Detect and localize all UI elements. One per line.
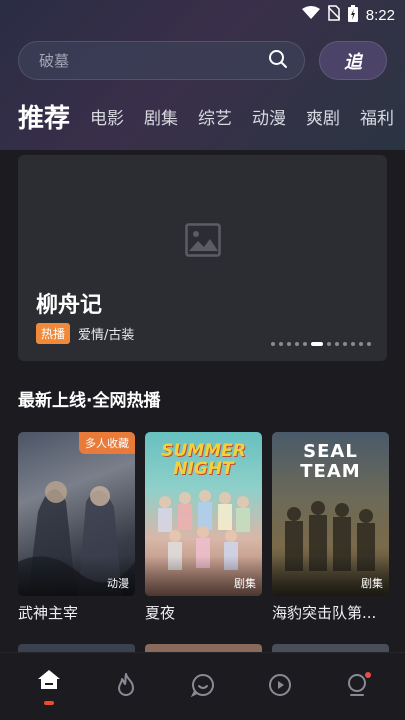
nav-profile[interactable]	[327, 657, 387, 717]
notification-dot	[364, 671, 371, 678]
category-tabs: 推荐 电影 剧集 综艺 动漫 爽剧 福利	[18, 96, 405, 136]
pagination-dot	[287, 342, 291, 346]
media-card[interactable]: 多人收藏 动漫 武神主宰	[18, 432, 135, 623]
clock: 8:22	[365, 6, 395, 24]
follow-button[interactable]: 追	[319, 41, 387, 80]
card-type: 剧集	[234, 577, 256, 590]
bottom-navigation	[0, 652, 405, 720]
media-card[interactable]: SUMMER NIGHT 剧集 夏夜	[145, 432, 262, 623]
pagination-dot	[327, 342, 331, 346]
follow-button-label: 追	[344, 51, 362, 73]
card-row: 多人收藏 动漫 武神主宰 SUMMER NIGHT 剧集 夏夜 SEAL TEA…	[18, 432, 389, 623]
carousel-pagination	[271, 342, 371, 346]
pagination-dot	[351, 342, 355, 346]
pagination-dot	[367, 342, 371, 346]
hot-badge: 热播	[36, 323, 71, 344]
pagination-dot	[295, 342, 299, 346]
nav-hot[interactable]	[96, 657, 156, 717]
battery-icon	[347, 4, 358, 26]
nav-video[interactable]	[250, 657, 310, 717]
status-bar: 8:22	[0, 0, 405, 30]
tab-movies[interactable]: 电影	[90, 104, 124, 129]
section-title: 最新上线·全网热播	[18, 391, 161, 411]
corner-tag: 多人收藏	[79, 432, 135, 454]
nav-community[interactable]	[173, 657, 233, 717]
poster-image: SEAL TEAM 剧集	[272, 432, 389, 596]
card-type: 剧集	[361, 577, 383, 590]
tab-series[interactable]: 剧集	[144, 104, 178, 129]
pagination-dot	[279, 342, 283, 346]
search-bar[interactable]: 破墓	[18, 41, 305, 80]
tab-welfare[interactable]: 福利	[360, 104, 394, 129]
poster-image: SUMMER NIGHT 剧集	[145, 432, 262, 596]
no-sim-icon	[327, 5, 341, 25]
chat-icon	[190, 673, 215, 701]
banner-genre: 爱情/古装	[78, 328, 135, 343]
wifi-icon	[301, 6, 320, 24]
pagination-dot	[271, 342, 275, 346]
poster-image: 多人收藏 动漫	[18, 432, 135, 596]
search-input[interactable]: 破墓	[39, 50, 268, 71]
media-card[interactable]: SEAL TEAM 剧集 海豹突击队第...	[272, 432, 389, 623]
peek-card	[145, 644, 262, 652]
card-title: 海豹突击队第...	[272, 604, 377, 622]
next-row-peek	[18, 644, 389, 652]
pagination-dot	[335, 342, 339, 346]
play-icon	[268, 673, 292, 701]
banner-title: 柳舟记	[36, 293, 103, 318]
banner-meta: 热播 爱情/古装	[36, 323, 134, 344]
image-placeholder-icon	[184, 222, 221, 261]
tab-anime[interactable]: 动漫	[252, 104, 286, 129]
card-title: 夏夜	[145, 604, 176, 622]
pagination-dot	[359, 342, 363, 346]
pagination-dot	[343, 342, 347, 346]
card-title: 武神主宰	[18, 604, 79, 622]
pagination-dot	[303, 342, 307, 346]
home-icon	[37, 669, 61, 695]
tab-variety[interactable]: 综艺	[198, 104, 232, 129]
peek-card	[18, 644, 135, 652]
fire-icon	[115, 672, 137, 701]
tab-short-drama[interactable]: 爽剧	[306, 104, 340, 129]
nav-home[interactable]	[19, 657, 79, 717]
card-type: 动漫	[107, 577, 129, 590]
search-icon[interactable]	[268, 49, 288, 73]
tab-recommend[interactable]: 推荐	[18, 98, 70, 135]
peek-card	[272, 644, 389, 652]
active-indicator	[43, 700, 54, 705]
pagination-dot-active	[311, 342, 323, 346]
featured-banner[interactable]: 柳舟记 热播 爱情/古装	[18, 155, 387, 361]
